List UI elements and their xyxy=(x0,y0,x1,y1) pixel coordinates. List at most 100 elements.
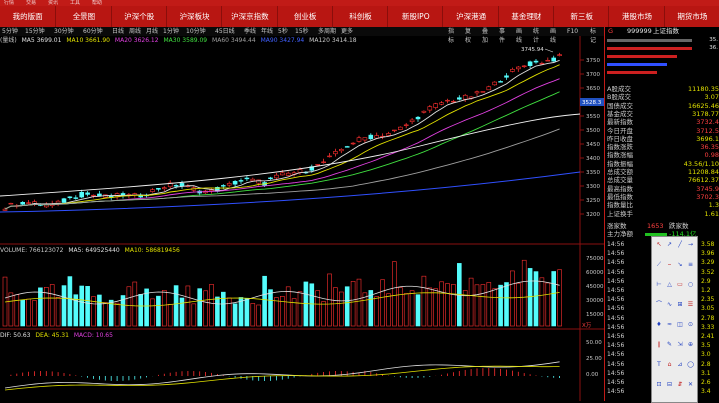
stat-value: 3.07 xyxy=(704,93,719,102)
draw-tool-icon[interactable]: ⊟ xyxy=(666,381,674,389)
period-option[interactable]: 1分钟 xyxy=(163,27,179,36)
price-axis-label: 3500 xyxy=(586,128,600,134)
nav-tab[interactable]: 沪深个股 xyxy=(110,6,167,27)
stat-label: 上证换手 xyxy=(607,209,633,218)
candle-body xyxy=(156,188,161,190)
price-axis-label: 3300 xyxy=(586,184,600,190)
stat-value: 3732.4 xyxy=(696,118,719,127)
nav-tab[interactable]: 沪深京指数 xyxy=(221,6,277,27)
period-option[interactable]: 季线 xyxy=(244,27,256,36)
nav-tab[interactable]: 科创板 xyxy=(331,6,388,27)
stat-label: 指数涨跌 xyxy=(607,143,633,152)
stat-label: 最高指数 xyxy=(607,184,633,193)
price-axis-label: 3750 xyxy=(586,58,600,64)
stat-label: 昨日收盘 xyxy=(607,134,633,143)
draw-tool-icon[interactable]: ⇲ xyxy=(676,341,684,349)
period-option[interactable]: 日线 xyxy=(112,27,124,36)
period-option[interactable]: 30分钟 xyxy=(54,27,74,36)
volume-bar xyxy=(344,286,350,327)
draw-tool-icon[interactable]: ↖ xyxy=(655,241,663,249)
price-axis-label: 3700 xyxy=(586,72,600,78)
draw-tool-icon[interactable]: ○ xyxy=(687,281,695,289)
volume-bar xyxy=(321,301,326,327)
volume-bar xyxy=(421,275,427,327)
nav-tab[interactable]: 新三板 xyxy=(553,6,609,27)
volume-bar xyxy=(439,281,444,327)
chart-tool-tab[interactable]: F10 xyxy=(567,27,578,36)
draw-tool-icon[interactable]: ♦ xyxy=(655,321,663,329)
draw-tool-icon[interactable]: ⊞ xyxy=(676,301,684,309)
tick-time: 14:56 xyxy=(607,250,625,258)
draw-tool-icon[interactable]: ⟋ xyxy=(655,261,663,269)
drawing-toolbox[interactable]: ↖ ↗ ╱ → ⟋ ⎯ ↘ ≡ ⊢ △ ▭ ○ ⌒ ∿ ⊞ ☰ ♦ ≈ ◫ ⊙ ∥ ✎ ⇲ ⊕ T ⌂ ⊿ ◯ ⊡ ⊟ ⇵ ✕ xyxy=(651,236,698,403)
stat-value: 11208.84 xyxy=(687,168,719,176)
period-option[interactable]: 15分钟 xyxy=(25,27,45,36)
period-option[interactable]: 10分钟 xyxy=(186,27,206,36)
volume-bar xyxy=(397,287,403,327)
kline-chart[interactable]: 3750370036503600355035003450340033503300… xyxy=(0,36,604,401)
nav-tab[interactable]: 港股市场 xyxy=(608,6,664,27)
nav-tab[interactable]: 期货市场 xyxy=(663,6,719,27)
period-option[interactable]: 15秒 xyxy=(295,27,309,36)
period-option[interactable]: 年线 xyxy=(261,27,273,36)
draw-tool-icon[interactable]: ↘ xyxy=(676,261,684,269)
nav-tab[interactable]: 新股IPO xyxy=(387,6,443,27)
draw-tool-icon[interactable]: ∥ xyxy=(655,341,663,349)
draw-tool-icon[interactable]: T xyxy=(655,361,663,369)
period-option[interactable]: 月线 xyxy=(146,27,158,36)
period-option[interactable]: 多周期 xyxy=(318,27,336,36)
nav-tab[interactable]: 基金理财 xyxy=(497,6,554,27)
candle-body xyxy=(397,126,403,130)
draw-tool-icon[interactable]: ⎯ xyxy=(666,261,674,269)
price-axis-label: 3650 xyxy=(586,86,600,92)
macd-axis-label: 50.00 xyxy=(586,340,602,346)
volume-bar xyxy=(380,279,385,327)
nav-tab[interactable]: 我的版面 xyxy=(0,6,55,27)
draw-tool-icon[interactable]: ↗ xyxy=(666,241,674,249)
period-option[interactable]: 45日线 xyxy=(215,27,235,36)
draw-tool-icon[interactable]: ✎ xyxy=(666,341,674,349)
down-label: 跌家数 xyxy=(669,221,689,230)
period-option[interactable]: 更多 xyxy=(341,27,353,36)
candle-body xyxy=(73,197,79,199)
draw-tool-icon[interactable]: ▭ xyxy=(676,281,684,289)
order-book-value: 35. xyxy=(709,37,718,43)
volume-bar xyxy=(486,282,492,327)
up-label: 涨家数 xyxy=(607,221,627,230)
volume-bar xyxy=(539,277,545,327)
draw-tool-icon[interactable]: △ xyxy=(666,281,674,289)
nav-bar: 我的版面 全景图 沪深个股 沪深板块 沪深京指数 创业板 科创板 新股IPO 沪深港通 基金理财新… xyxy=(0,6,719,27)
draw-tool-icon[interactable]: ⌂ xyxy=(666,361,674,369)
volume-bar xyxy=(468,277,474,327)
draw-tool-icon[interactable]: ⊕ xyxy=(687,341,695,349)
tick-value: 3.4 xyxy=(701,388,711,396)
draw-tool-icon[interactable]: ⊢ xyxy=(655,281,663,289)
period-option[interactable]: 周线 xyxy=(129,27,141,36)
draw-tool-icon[interactable]: ◯ xyxy=(687,361,695,369)
period-option[interactable]: 5秒 xyxy=(278,27,288,36)
draw-tool-icon[interactable]: ≡ xyxy=(687,261,695,269)
draw-tool-icon[interactable]: → xyxy=(687,241,695,249)
volume-bar xyxy=(474,284,480,327)
draw-tool-icon[interactable]: ⊙ xyxy=(687,321,695,329)
period-option[interactable]: 5分钟 xyxy=(2,27,18,36)
draw-tool-icon[interactable]: ◫ xyxy=(676,321,684,329)
draw-tool-icon[interactable]: ⊡ xyxy=(655,381,663,389)
nav-tab[interactable]: 创业板 xyxy=(276,6,333,27)
nav-tab[interactable]: 全景图 xyxy=(55,6,111,27)
candle-body xyxy=(409,119,415,123)
stat-row: 总成交量 76612.37 xyxy=(607,176,719,184)
draw-tool-icon[interactable]: ⇵ xyxy=(676,381,684,389)
tick-value: 3.5 xyxy=(701,342,711,350)
draw-tool-icon[interactable]: ≈ xyxy=(666,321,674,329)
draw-tool-icon[interactable]: ✕ xyxy=(687,381,695,389)
period-option[interactable]: 60分钟 xyxy=(83,27,103,36)
nav-tab[interactable]: 沪深板块 xyxy=(165,6,222,27)
draw-tool-icon[interactable]: ⌒ xyxy=(655,301,663,309)
draw-tool-icon[interactable]: ⊿ xyxy=(676,361,684,369)
volume-bar xyxy=(374,296,380,327)
draw-tool-icon[interactable]: ☰ xyxy=(687,301,695,309)
draw-tool-icon[interactable]: ∿ xyxy=(666,301,674,309)
draw-tool-icon[interactable]: ╱ xyxy=(676,241,684,249)
nav-tab[interactable]: 沪深港通 xyxy=(442,6,498,27)
